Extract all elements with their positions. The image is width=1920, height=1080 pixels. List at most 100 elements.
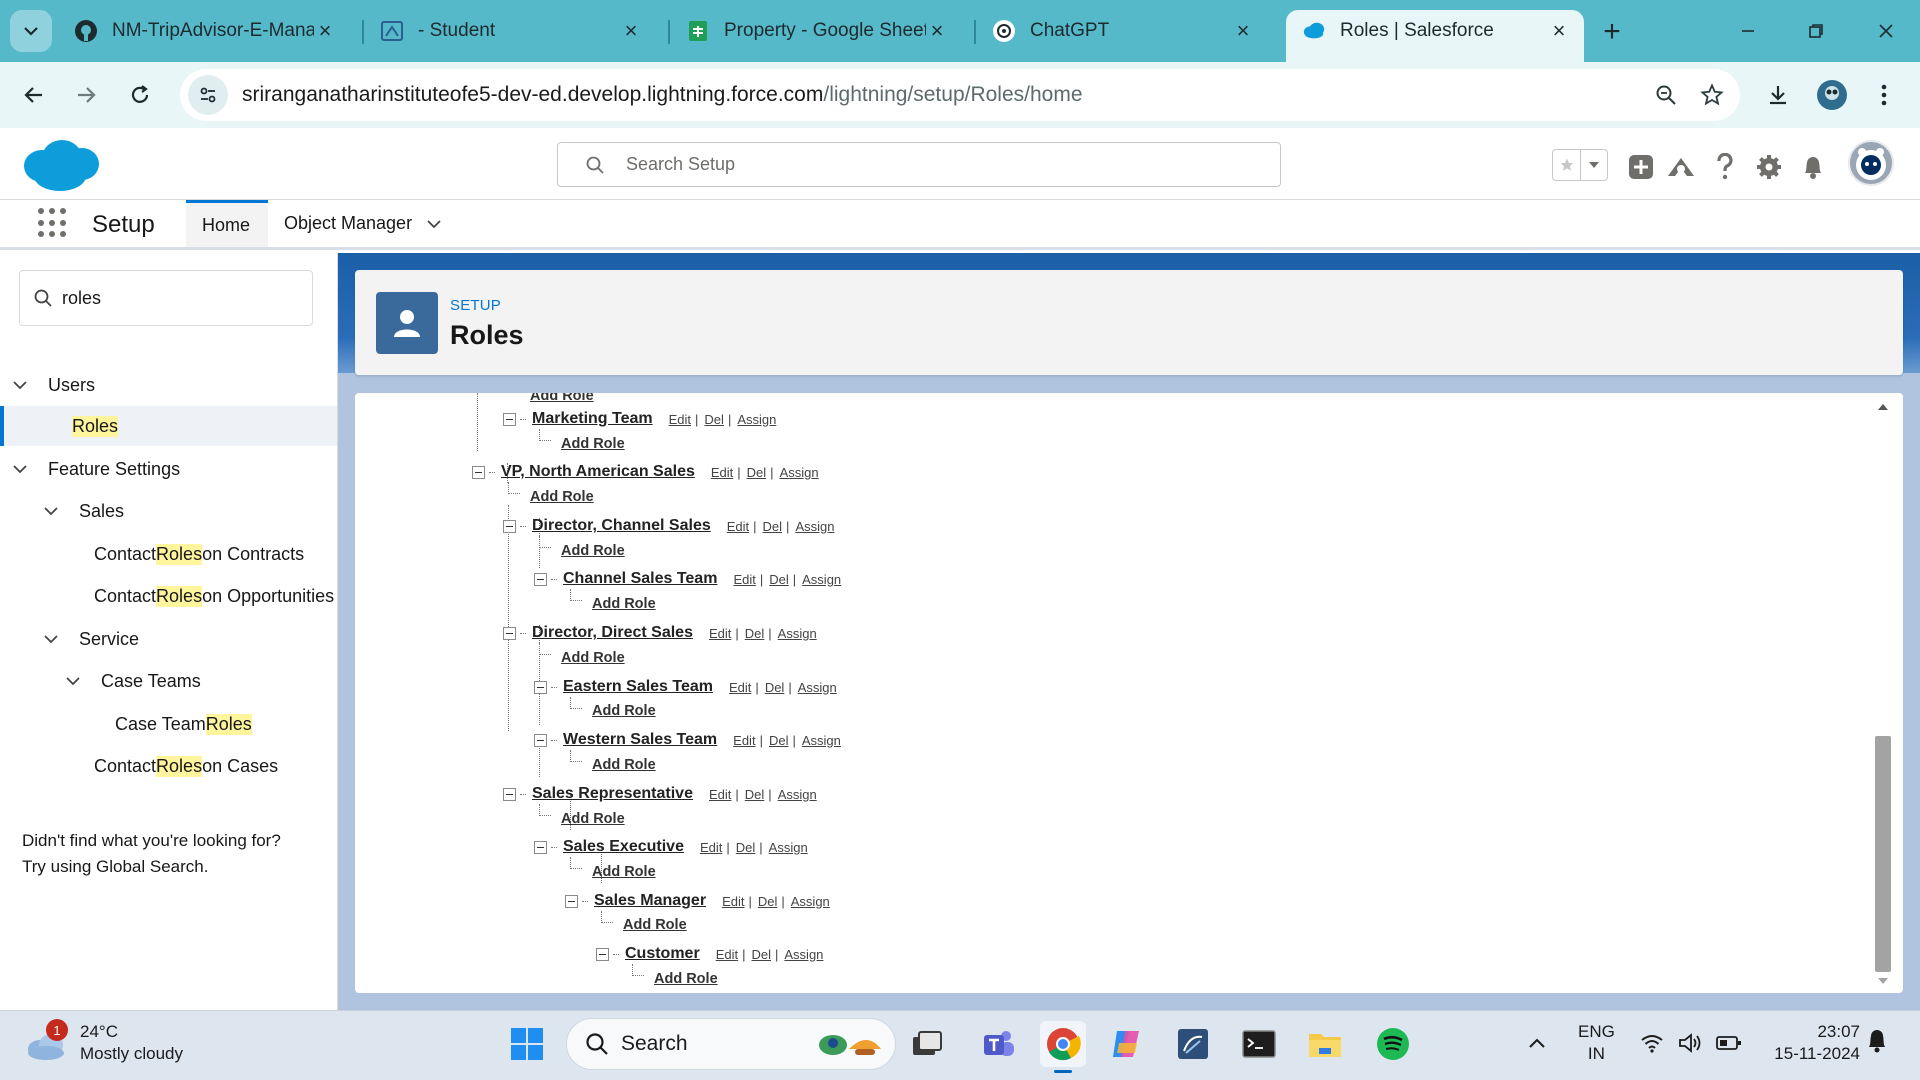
weather-widget[interactable]: 1 24°C Mostly cloudy [24,1019,183,1065]
collapse-icon[interactable] [472,465,485,479]
add-role-text[interactable]: Add Role [561,650,625,666]
browser-tab-sheets[interactable]: Property - Google Sheets × [670,10,962,52]
del-link[interactable]: Del [747,465,767,480]
setup-search-input[interactable] [626,154,1226,175]
user-avatar[interactable] [1848,140,1894,186]
close-window-button[interactable] [1866,14,1906,48]
tree-node-service[interactable]: Service [0,619,337,659]
help-button[interactable] [1708,150,1742,184]
edit-link[interactable]: Edit [700,840,722,855]
address-bar[interactable]: sriranganatharinstituteofe5-dev-ed.devel… [180,69,1740,121]
back-button[interactable] [14,75,54,115]
taskbar-app-teams[interactable] [976,1021,1022,1067]
role-name-link[interactable]: Director, Direct Sales [532,624,693,642]
tree-node-contact-roles-cases[interactable]: Contact Roles on Cases [0,746,337,786]
role-name-link[interactable]: Sales Executive [563,838,684,856]
add-role-text[interactable]: Add Role [530,489,594,505]
role-name-link[interactable]: VP, North American Sales [501,463,695,481]
del-link[interactable]: Del [751,947,771,962]
add-role-text[interactable]: Add Role [623,917,687,933]
scroll-down-icon[interactable] [1873,973,1893,989]
downloads-button[interactable] [1758,75,1798,115]
add-role-text[interactable]: Add Role [561,436,625,452]
tab-object-manager[interactable]: Object Manager [268,200,458,247]
role-name-link[interactable]: Customer [625,945,700,963]
browser-tab-student[interactable]: - Student × [364,10,656,52]
tree-node-contact-roles-opportunities[interactable]: Contact Roles on Opportunities [0,576,337,616]
add-role-text[interactable]: Add Role [592,703,656,719]
tree-node-sales[interactable]: Sales [0,491,337,531]
add-role-link[interactable]: Add Role [530,486,594,508]
taskbar-app-spotify[interactable] [1370,1021,1416,1067]
assign-link[interactable]: Assign [784,947,823,962]
role-name-link[interactable]: Channel Sales Team [563,570,717,588]
browser-tab-salesforce[interactable]: Roles | Salesforce × [1286,10,1584,62]
salesforce-logo[interactable] [20,136,102,197]
app-launcher-icon[interactable] [38,208,68,238]
scroll-up-icon[interactable] [1873,399,1893,415]
assign-link[interactable]: Assign [802,733,841,748]
add-role-text[interactable]: Add Role [530,393,594,404]
close-icon[interactable]: × [1232,18,1254,43]
add-role-text[interactable]: Add Role [654,971,718,987]
tree-node-roles[interactable]: Roles [0,406,337,446]
notifications-button[interactable] [1796,150,1830,184]
del-link[interactable]: Del [745,787,765,802]
favorite-star-button[interactable] [1553,150,1581,180]
edit-link[interactable]: Edit [729,680,751,695]
taskbar-app-terminal[interactable] [1236,1021,1282,1067]
close-icon[interactable]: × [620,18,642,43]
favorites-dropdown-button[interactable] [1581,150,1607,180]
chevron-down-icon[interactable] [63,673,83,689]
forward-button[interactable] [66,75,106,115]
start-button[interactable] [504,1021,550,1067]
edit-link[interactable]: Edit [722,894,744,909]
bookmark-star-icon[interactable] [1692,75,1732,115]
assign-link[interactable]: Assign [802,572,841,587]
add-role-link[interactable]: Add Role [623,914,687,936]
assign-link[interactable]: Assign [798,680,837,695]
collapse-icon[interactable] [534,733,547,747]
close-icon[interactable]: × [926,18,948,43]
assign-link[interactable]: Assign [778,626,817,641]
collapse-icon[interactable] [503,519,516,533]
add-role-text[interactable]: Add Role [561,543,625,559]
reload-button[interactable] [120,75,160,115]
restore-button[interactable] [1796,14,1836,48]
assign-link[interactable]: Assign [737,412,776,427]
quick-find-input[interactable] [62,287,292,309]
add-role-text[interactable]: Add Role [561,811,625,827]
taskbar-app-sql[interactable] [1170,1021,1216,1067]
scrollbar-thumb[interactable] [1875,736,1891,972]
role-name-link[interactable]: Director, Channel Sales [532,517,711,535]
add-role-link[interactable]: Add Role [654,968,718,990]
zoom-icon[interactable] [1646,75,1686,115]
edit-link[interactable]: Edit [669,412,691,427]
del-link[interactable]: Del [769,572,789,587]
tree-node-feature-settings[interactable]: Feature Settings [0,449,337,489]
assign-link[interactable]: Assign [778,787,817,802]
taskbar-app-taskview[interactable] [904,1021,950,1067]
collapse-icon[interactable] [503,787,516,801]
del-link[interactable]: Del [763,519,783,534]
tree-node-case-teams[interactable]: Case Teams [0,661,337,701]
edit-link[interactable]: Edit [709,787,731,802]
browser-menu-button[interactable] [1864,75,1904,115]
role-name-link[interactable]: Sales Manager [594,892,706,910]
minimize-button[interactable] [1728,14,1768,48]
add-role-link[interactable]: Add Role [561,808,625,830]
role-name-link[interactable]: Western Sales Team [563,731,717,749]
collapse-icon[interactable] [534,680,547,694]
add-role-link[interactable]: Add Role [530,393,594,407]
add-role-text[interactable]: Add Role [592,864,656,880]
tree-node-case-team-roles[interactable]: Case Team Roles [0,704,337,744]
del-link[interactable]: Del [769,733,789,748]
tree-node-users[interactable]: Users [0,365,337,405]
clock[interactable]: 23:07 15-11-2024 [1760,1021,1860,1065]
edit-link[interactable]: Edit [716,947,738,962]
chevron-down-icon[interactable] [41,631,61,647]
taskbar-app-explorer[interactable] [1302,1021,1348,1067]
vertical-scrollbar[interactable] [1873,399,1893,989]
add-role-link[interactable]: Add Role [592,754,656,776]
quick-find-box[interactable] [19,270,313,326]
